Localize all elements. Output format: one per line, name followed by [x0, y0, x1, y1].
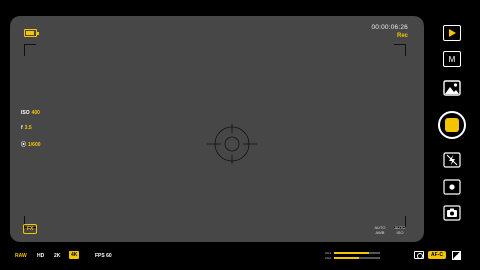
iso-value: 400: [31, 110, 40, 116]
focus-reticle-icon: [207, 124, 257, 164]
shutter-speed-readout[interactable]: ⦿ 1/600: [21, 141, 41, 148]
meter-bottom-fill: [334, 256, 360, 259]
flash-off-icon: [443, 152, 461, 168]
meter-bottom-label: CH2: [325, 255, 332, 260]
timecode: 00:00:06:26: [371, 24, 408, 31]
resolution-2k[interactable]: 2K: [54, 253, 60, 259]
lens-icon[interactable]: [414, 251, 424, 259]
side-control-bar: M: [438, 0, 466, 270]
mode-button[interactable]: M: [443, 51, 461, 67]
flash-button[interactable]: [443, 152, 461, 168]
fx-button[interactable]: FX: [23, 224, 38, 234]
play-icon: [449, 29, 456, 37]
shutter-speed-label: ⦿: [21, 142, 27, 148]
viewfinder[interactable]: 00:00:06:26 Rec ISO 400 f 3.5 ⦿ 1/600 FX AU…: [10, 16, 424, 242]
iso-label: ISO: [21, 110, 30, 116]
iso-readout[interactable]: ISO 400: [21, 110, 40, 116]
aperture-readout[interactable]: f 3.5: [21, 125, 32, 131]
camera-switch-icon: [443, 205, 461, 221]
resolution-4k[interactable]: 4K: [69, 251, 80, 259]
auto-iso-button[interactable]: AUTO ISO: [392, 225, 408, 235]
meter-top-label: CH1: [325, 250, 332, 255]
camera-switch-button[interactable]: [443, 205, 461, 221]
gallery-icon: [443, 80, 461, 96]
focus-point-button[interactable]: [443, 179, 461, 195]
shutter-button[interactable]: [438, 111, 466, 139]
resolution-raw[interactable]: RAW: [15, 253, 27, 259]
exposure-icon[interactable]: [452, 251, 461, 260]
auto-awb-line-2: AWB: [375, 230, 385, 235]
auto-iso-line-2: ISO: [396, 230, 404, 235]
shutter-button-core: [445, 118, 459, 132]
resolution-hd[interactable]: HD: [37, 253, 44, 259]
frame-corner-top-left: [24, 44, 36, 56]
rec-indicator: Rec: [396, 33, 408, 39]
focus-mode-button[interactable]: AF-C: [428, 251, 446, 259]
meter-top-fill: [334, 251, 369, 254]
battery-icon: [24, 29, 39, 37]
focus-point-icon: [443, 179, 461, 195]
playback-button[interactable]: [443, 25, 461, 41]
shutter-speed-value: 1/600: [28, 142, 41, 148]
gallery-button[interactable]: [443, 80, 461, 96]
aperture-value: 3.5: [24, 125, 32, 131]
bottom-toolbar: RAW HD 2K 4K FPS 60 CH1 CH2 AF-C: [0, 245, 480, 270]
auto-awb-button[interactable]: AUTO AWB: [372, 225, 388, 235]
frame-corner-top-right: [394, 44, 406, 56]
audio-level-meter: CH1 CH2: [325, 250, 380, 260]
aperture-label: f: [21, 125, 23, 131]
fps-selector[interactable]: FPS 60: [95, 253, 112, 259]
